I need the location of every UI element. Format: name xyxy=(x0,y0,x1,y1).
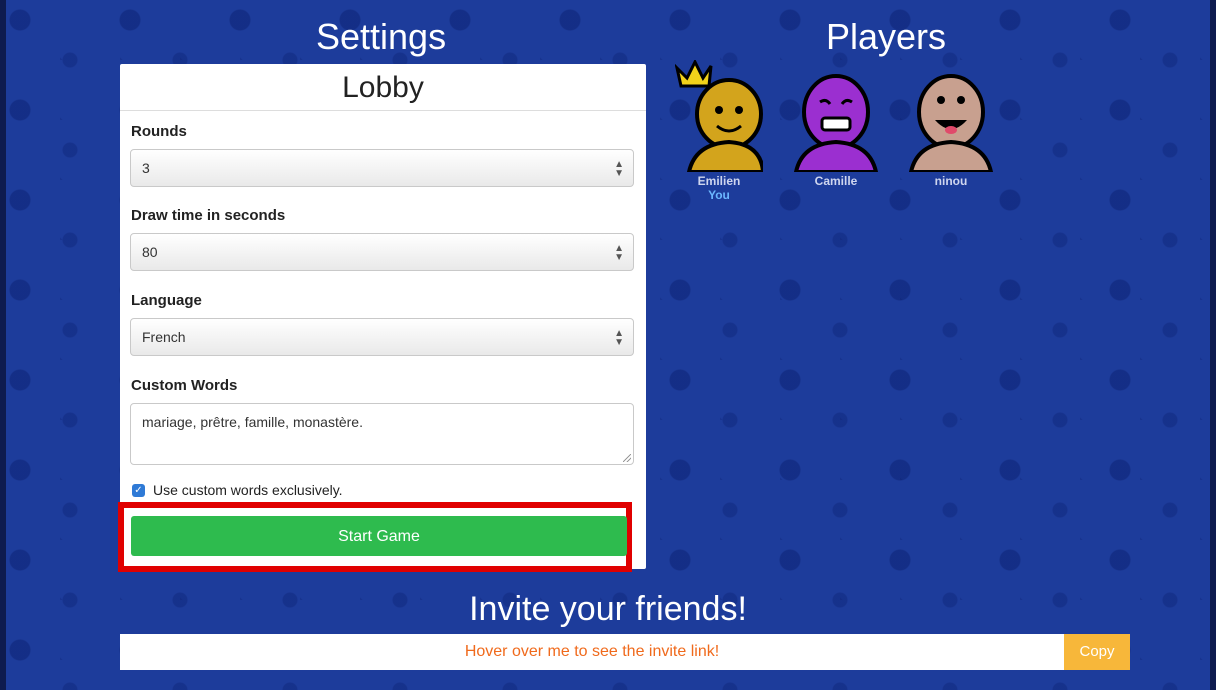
select-arrows-icon: ▲ ▼ xyxy=(614,328,624,348)
players-title: Players xyxy=(826,16,947,57)
player-avatar xyxy=(792,60,880,174)
invite-link-text[interactable]: Hover over me to see the invite link! xyxy=(120,634,1064,670)
player-you-badge: You xyxy=(708,188,730,202)
settings-title: Settings xyxy=(316,16,447,57)
language-value: French xyxy=(142,329,186,345)
draw-time-label: Draw time in seconds xyxy=(131,207,286,224)
crown-avatar-icon xyxy=(674,58,766,174)
copy-button[interactable]: Copy xyxy=(1064,634,1130,670)
draw-time-value: 80 xyxy=(142,244,158,260)
rounds-label: Rounds xyxy=(131,123,187,140)
invite-link-field[interactable]: Hover over me to see the invite link! xyxy=(120,634,1064,670)
player-name: Emilien xyxy=(697,174,741,188)
invite-title: Invite your friends! xyxy=(469,590,747,628)
select-arrows-icon: ▲ ▼ xyxy=(614,243,624,263)
rounds-select[interactable]: 3 ▲ ▼ xyxy=(130,149,634,187)
player-avatar xyxy=(907,60,995,174)
settings-panel: Lobby Rounds 3 ▲ ▼ Draw time in seconds 8… xyxy=(120,64,646,569)
player-avatar xyxy=(674,58,766,174)
player-card: Camille xyxy=(781,60,891,188)
custom-words-textarea[interactable]: mariage, prêtre, famille, monastère. xyxy=(130,403,634,465)
language-label: Language xyxy=(131,292,202,309)
player-name: Camille xyxy=(814,174,858,188)
exclusive-checkbox-label: Use custom words exclusively. xyxy=(153,482,343,498)
checkbox-checked-icon[interactable]: ✓ xyxy=(132,483,145,497)
custom-words-value: mariage, prêtre, famille, monastère. xyxy=(142,414,363,430)
exclusive-checkbox-row[interactable]: ✓ Use custom words exclusively. xyxy=(132,482,343,498)
start-game-button[interactable]: Start Game xyxy=(131,516,627,556)
player-name: ninou xyxy=(934,174,968,188)
rounds-value: 3 xyxy=(142,160,150,176)
draw-time-select[interactable]: 80 ▲ ▼ xyxy=(130,233,634,271)
select-arrows-icon: ▲ ▼ xyxy=(614,159,624,179)
custom-words-label: Custom Words xyxy=(131,377,238,394)
player-card: ninou xyxy=(896,60,1006,188)
beige-avatar-icon xyxy=(908,74,994,174)
language-select[interactable]: French ▲ ▼ xyxy=(130,318,634,356)
purple-avatar-icon xyxy=(793,74,879,174)
resize-handle-icon[interactable] xyxy=(623,454,631,462)
panel-title: Lobby xyxy=(120,64,646,111)
player-card: Emilien You xyxy=(664,58,774,202)
